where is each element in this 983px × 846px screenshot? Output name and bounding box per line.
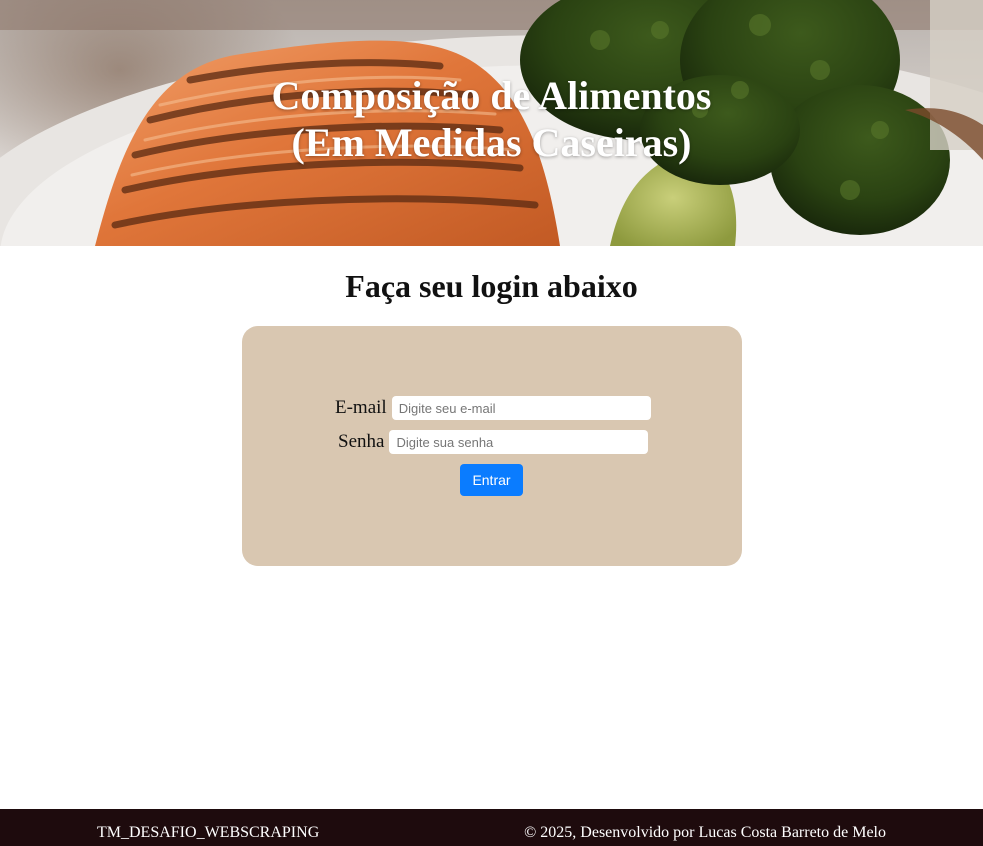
page-title-line-2: (Em Medidas Caseiras) xyxy=(291,120,692,165)
password-row: Senha xyxy=(338,430,649,454)
email-label: E-mail xyxy=(335,397,387,418)
page-title-line-1: Composição de Alimentos xyxy=(271,73,712,118)
login-form: E-mail Senha Entrar xyxy=(242,326,742,566)
hero-banner: Composição de Alimentos (Em Medidas Case… xyxy=(0,0,983,246)
page-title: Composição de Alimentos (Em Medidas Case… xyxy=(0,72,983,166)
password-field[interactable] xyxy=(389,430,649,454)
footer: TM_DESAFIO_WEBSCRAPING © 2025, Desenvolv… xyxy=(0,809,983,846)
footer-copyright: © 2025, Desenvolvido por Lucas Costa Bar… xyxy=(524,824,886,841)
login-submit-button[interactable]: Entrar xyxy=(460,464,523,496)
password-label: Senha xyxy=(338,431,385,452)
login-heading: Faça seu login abaixo xyxy=(345,268,638,304)
email-row: E-mail xyxy=(335,396,651,420)
email-field[interactable] xyxy=(391,396,651,420)
footer-project-name: TM_DESAFIO_WEBSCRAPING xyxy=(97,824,320,841)
